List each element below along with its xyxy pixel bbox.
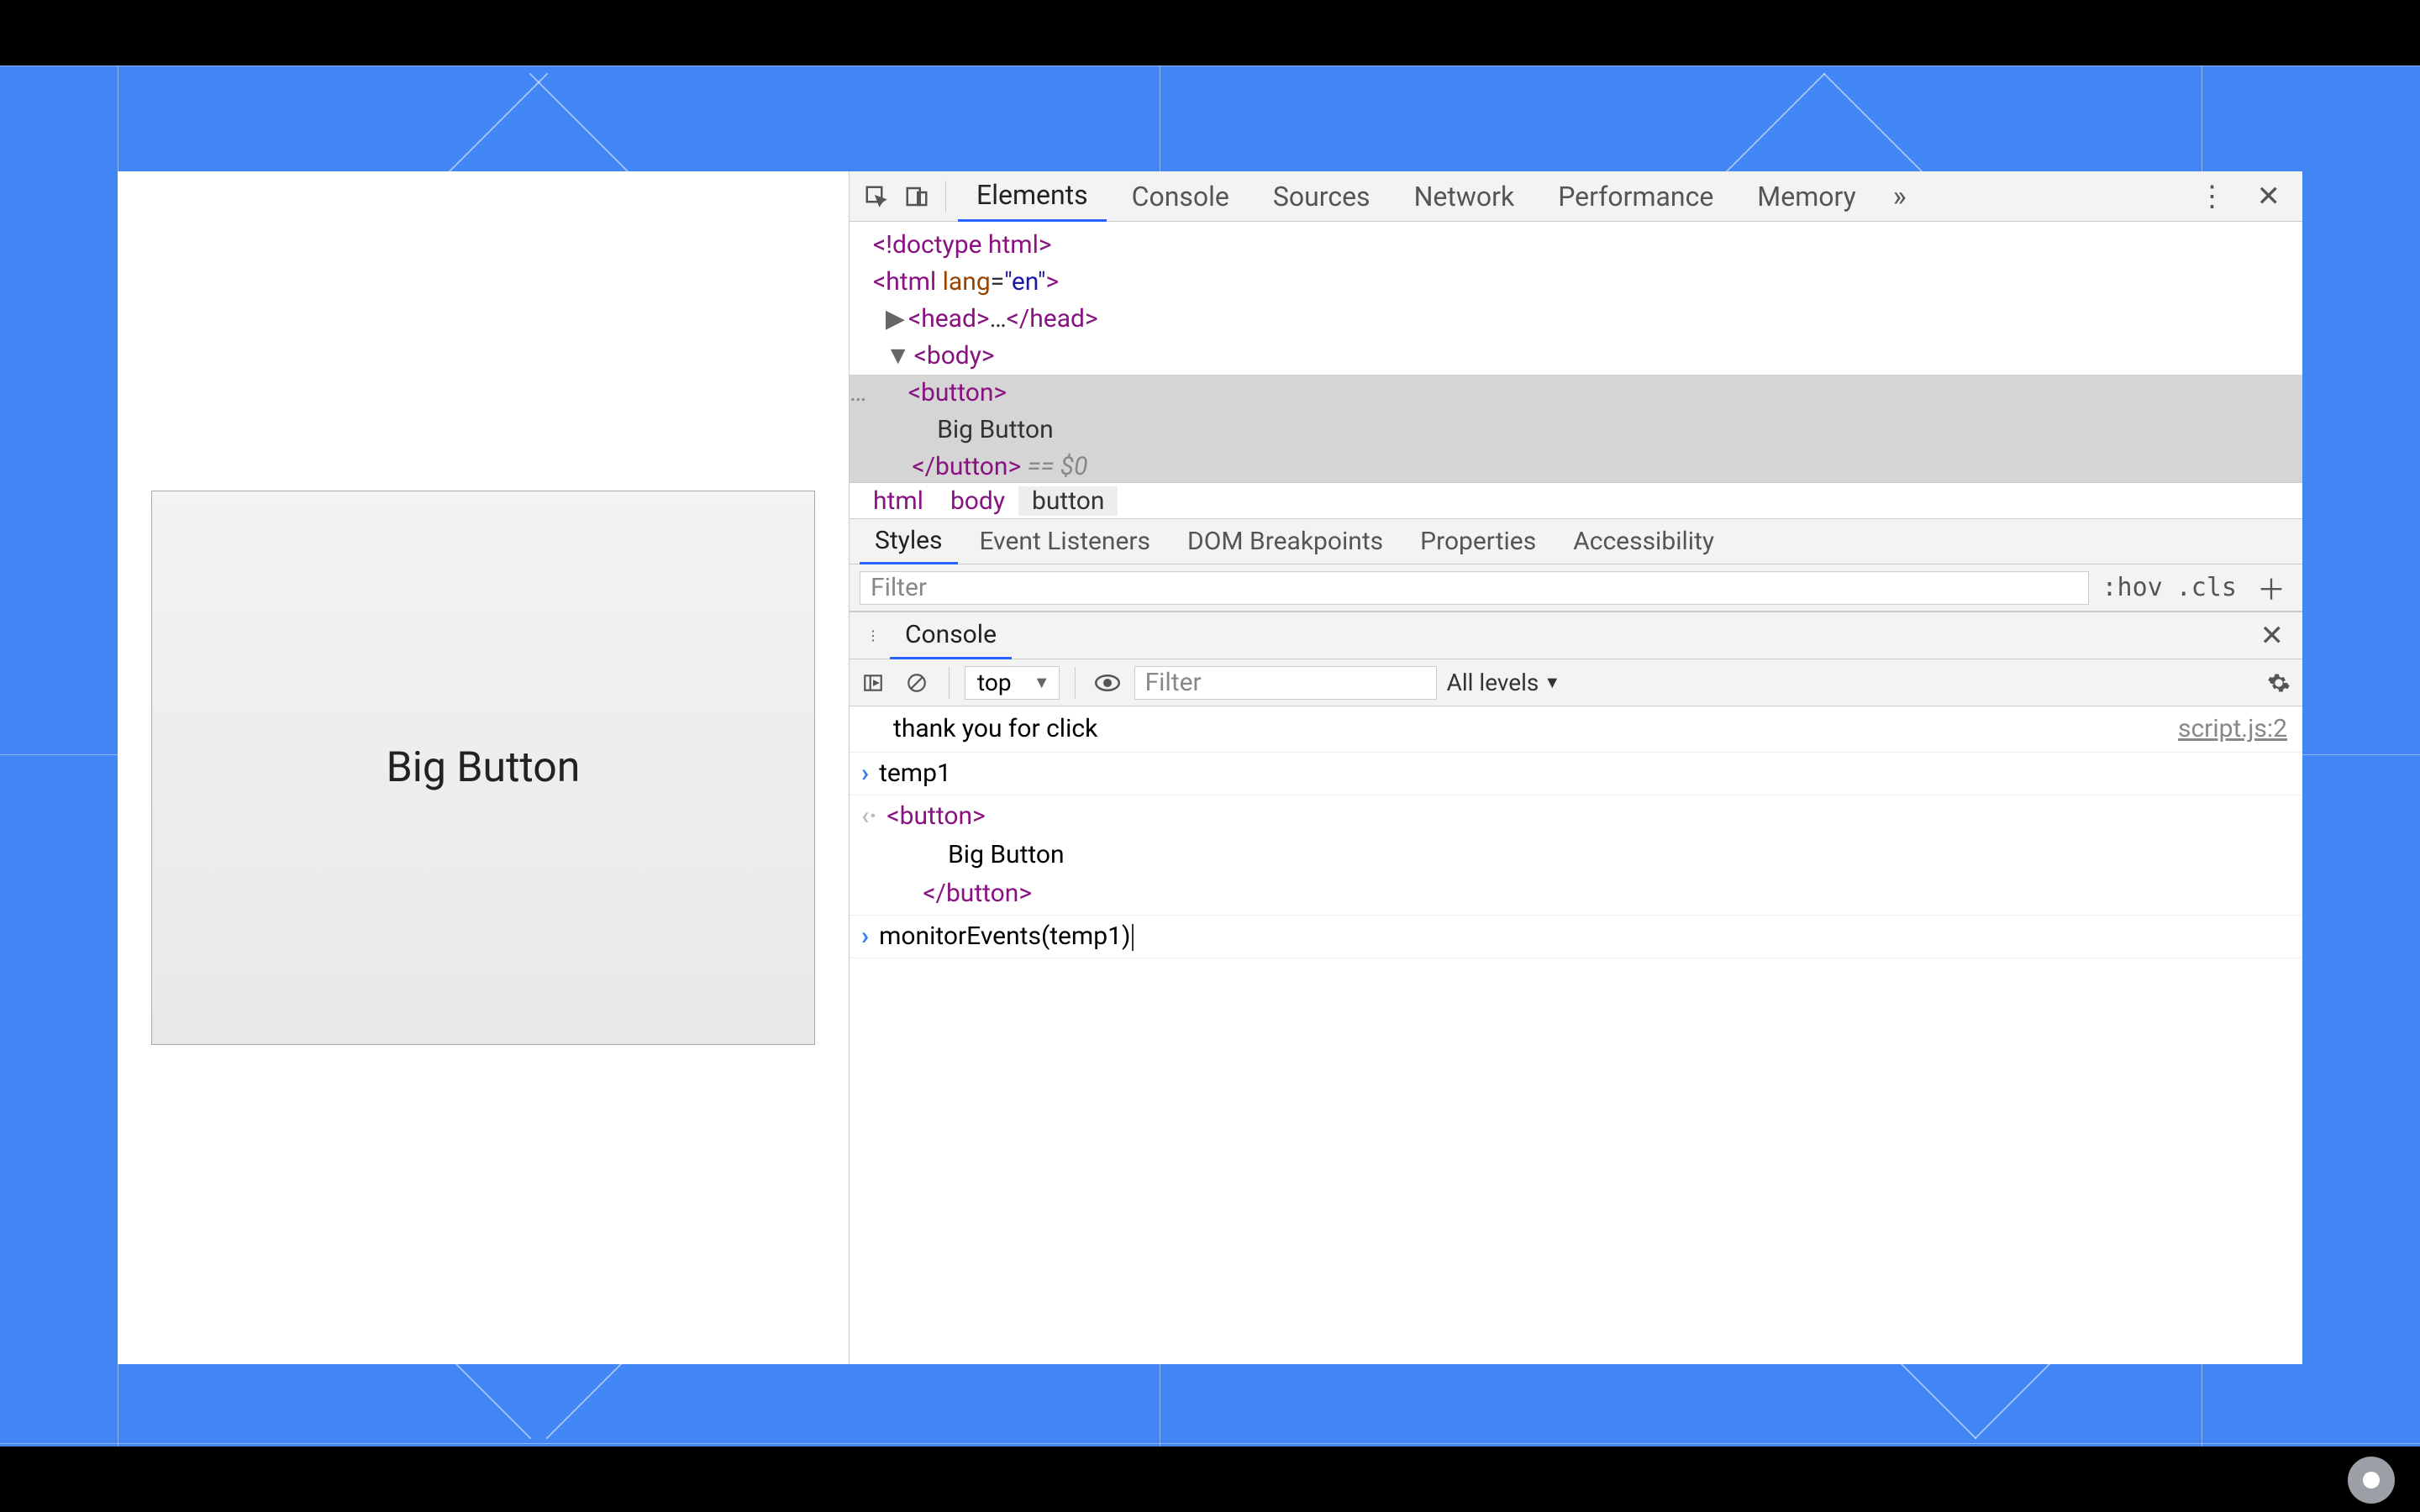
- page-preview-pane: Big Button: [118, 171, 849, 1364]
- drawer-tab-console[interactable]: Console: [890, 612, 1012, 659]
- live-expression-icon[interactable]: [1091, 666, 1124, 700]
- console-sidebar-toggle-icon[interactable]: [856, 666, 890, 700]
- log-levels-select[interactable]: All levels▼: [1447, 669, 1561, 696]
- big-button-label: Big Button: [387, 743, 581, 792]
- elements-dom-tree[interactable]: <!doctype html> <html lang="en"> ▶<head>…: [850, 222, 2302, 482]
- subtab-accessibility[interactable]: Accessibility: [1558, 519, 1729, 564]
- styles-filter-row: Filter :hov .cls ＋: [850, 564, 2302, 612]
- dom-line-html[interactable]: <html lang="en">: [873, 264, 2302, 301]
- console-output[interactable]: thank you for click script.js:2 › temp1 …: [850, 706, 2302, 1364]
- elements-breadcrumb: html body button: [850, 482, 2302, 519]
- devtools-panel: Elements Console Sources Network Perform…: [849, 171, 2302, 1364]
- console-input-past: › temp1: [850, 753, 2302, 795]
- crumb-html[interactable]: html: [860, 486, 937, 516]
- log-message: thank you for click: [893, 710, 1097, 748]
- subtab-styles[interactable]: Styles: [860, 519, 958, 564]
- crumb-body[interactable]: body: [937, 486, 1018, 516]
- close-drawer-icon[interactable]: ✕: [2249, 619, 2296, 653]
- chrome-logo-icon: [2348, 1457, 2395, 1504]
- presentation-background: Big Button Elements Console Sources Netw…: [0, 66, 2420, 1446]
- close-devtools-icon[interactable]: ✕: [2245, 180, 2293, 213]
- drawer-menu-icon[interactable]: ⋮: [856, 619, 890, 653]
- new-style-rule-icon[interactable]: ＋: [2250, 567, 2292, 608]
- dom-line-doctype[interactable]: <!doctype html>: [873, 227, 2302, 264]
- tab-sources[interactable]: Sources: [1255, 171, 1389, 222]
- tab-elements[interactable]: Elements: [958, 171, 1107, 222]
- console-settings-icon[interactable]: [2262, 666, 2296, 700]
- console-context-select[interactable]: top: [965, 666, 1060, 700]
- device-toggle-icon[interactable]: [900, 180, 934, 213]
- styles-filter-input[interactable]: Filter: [860, 571, 2089, 605]
- drawer-tabbar: ⋮ Console ✕: [850, 612, 2302, 659]
- tab-console[interactable]: Console: [1113, 171, 1248, 222]
- elements-subtabs: Styles Event Listeners DOM Breakpoints P…: [850, 519, 2302, 564]
- dom-line-body-open[interactable]: ▼<body>: [873, 338, 2302, 375]
- log-source-link[interactable]: script.js:2: [2178, 710, 2287, 748]
- subtab-dom-breakpoints[interactable]: DOM Breakpoints: [1172, 519, 1398, 564]
- prompt-in-icon: ›: [861, 754, 869, 793]
- console-output-past: ‹· <button> Big Button </button>: [850, 795, 2302, 916]
- hov-toggle[interactable]: :hov: [2102, 573, 2163, 602]
- subtab-properties[interactable]: Properties: [1405, 519, 1551, 564]
- dom-line-head[interactable]: ▶<head>…</head>: [873, 301, 2302, 338]
- big-button[interactable]: Big Button: [151, 491, 815, 1045]
- console-toolbar: top Filter All levels▼: [850, 659, 2302, 706]
- prompt-in-icon: ›: [861, 917, 869, 956]
- console-drawer: ⋮ Console ✕ top: [850, 612, 2302, 1364]
- dom-selected-node[interactable]: … <button> Big Button </button> == $0: [850, 375, 2302, 482]
- inspect-element-icon[interactable]: [860, 180, 893, 213]
- clear-console-icon[interactable]: [900, 666, 934, 700]
- log-row[interactable]: thank you for click script.js:2: [850, 706, 2302, 753]
- console-input-current[interactable]: › monitorEvents(temp1): [850, 916, 2302, 958]
- subtab-event-listeners[interactable]: Event Listeners: [965, 519, 1166, 564]
- more-tabs-icon[interactable]: »: [1881, 180, 1918, 213]
- console-filter-input[interactable]: Filter: [1134, 666, 1437, 700]
- crumb-button[interactable]: button: [1018, 486, 1118, 516]
- kebab-menu-icon[interactable]: ⋮: [2186, 180, 2238, 213]
- main-window: Big Button Elements Console Sources Netw…: [118, 171, 2302, 1364]
- prompt-out-icon: ‹·: [861, 797, 876, 836]
- tab-network[interactable]: Network: [1396, 171, 1534, 222]
- tab-memory[interactable]: Memory: [1739, 171, 1874, 222]
- tab-performance[interactable]: Performance: [1539, 171, 1732, 222]
- devtools-tabbar: Elements Console Sources Network Perform…: [850, 171, 2302, 222]
- cls-toggle[interactable]: .cls: [2176, 573, 2237, 602]
